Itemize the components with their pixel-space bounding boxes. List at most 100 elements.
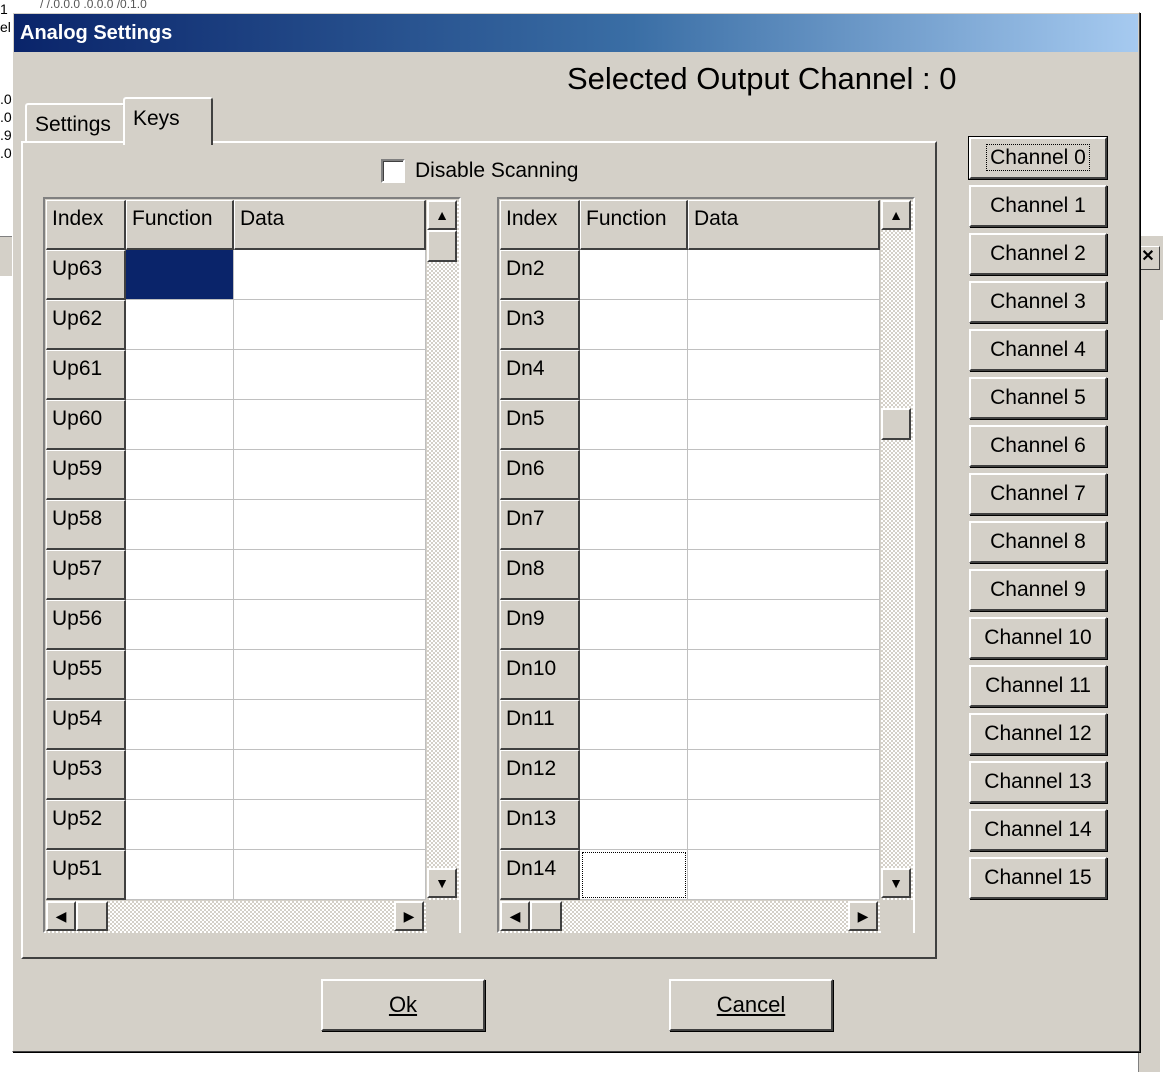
scroll-down-arrow-icon[interactable]: ▼: [881, 868, 911, 898]
data-cell[interactable]: [234, 250, 426, 300]
data-cell[interactable]: [688, 300, 880, 350]
ok-button[interactable]: Ok: [321, 979, 485, 1031]
scroll-up-arrow-icon[interactable]: ▲: [427, 200, 457, 230]
channel-button-9[interactable]: Channel 9: [969, 569, 1107, 611]
function-cell[interactable]: [126, 800, 234, 850]
scroll-left-arrow-icon[interactable]: ◀: [500, 901, 530, 931]
tab-keys[interactable]: Keys: [123, 97, 213, 145]
scroll-thumb[interactable]: [76, 901, 108, 931]
data-cell[interactable]: [234, 600, 426, 650]
down-keys-vertical-scrollbar[interactable]: ▲ ▼: [881, 200, 913, 900]
scroll-right-arrow-icon[interactable]: ▶: [394, 901, 424, 931]
row-index-cell[interactable]: Up62: [46, 300, 126, 350]
data-cell[interactable]: [234, 550, 426, 600]
channel-button-13[interactable]: Channel 13: [969, 761, 1107, 803]
function-cell[interactable]: [126, 500, 234, 550]
data-cell[interactable]: [688, 650, 880, 700]
channel-button-0[interactable]: Channel 0: [969, 137, 1107, 179]
title-bar[interactable]: Analog Settings: [14, 14, 1138, 52]
function-cell[interactable]: [126, 750, 234, 800]
column-header-index[interactable]: Index: [46, 200, 126, 250]
function-cell[interactable]: [580, 800, 688, 850]
row-index-cell[interactable]: Dn5: [500, 400, 580, 450]
row-index-cell[interactable]: Dn8: [500, 550, 580, 600]
function-cell[interactable]: [126, 700, 234, 750]
channel-button-14[interactable]: Channel 14: [969, 809, 1107, 851]
row-index-cell[interactable]: Up59: [46, 450, 126, 500]
function-cell[interactable]: [580, 600, 688, 650]
scroll-thumb[interactable]: [530, 901, 562, 931]
scroll-right-arrow-icon[interactable]: ▶: [848, 901, 878, 931]
up-keys-vertical-scrollbar[interactable]: ▲ ▼: [427, 200, 459, 900]
disable-scanning-checkbox[interactable]: Disable Scanning: [381, 157, 578, 185]
channel-button-3[interactable]: Channel 3: [969, 281, 1107, 323]
function-cell[interactable]: [580, 250, 688, 300]
column-header-data[interactable]: Data: [234, 200, 426, 250]
function-cell[interactable]: [580, 700, 688, 750]
column-header-function[interactable]: Function: [580, 200, 688, 250]
row-index-cell[interactable]: Up57: [46, 550, 126, 600]
data-cell[interactable]: [688, 550, 880, 600]
row-index-cell[interactable]: Dn12: [500, 750, 580, 800]
data-cell[interactable]: [234, 450, 426, 500]
data-cell[interactable]: [234, 400, 426, 450]
row-index-cell[interactable]: Dn9: [500, 600, 580, 650]
channel-button-12[interactable]: Channel 12: [969, 713, 1107, 755]
scroll-left-arrow-icon[interactable]: ◀: [46, 901, 76, 931]
data-cell[interactable]: [234, 350, 426, 400]
channel-button-4[interactable]: Channel 4: [969, 329, 1107, 371]
row-index-cell[interactable]: Up53: [46, 750, 126, 800]
row-index-cell[interactable]: Up56: [46, 600, 126, 650]
scroll-thumb[interactable]: [881, 408, 911, 440]
channel-button-10[interactable]: Channel 10: [969, 617, 1107, 659]
row-index-cell[interactable]: Dn13: [500, 800, 580, 850]
row-index-cell[interactable]: Up63: [46, 250, 126, 300]
data-cell[interactable]: [688, 750, 880, 800]
data-cell[interactable]: [234, 650, 426, 700]
row-index-cell[interactable]: Dn6: [500, 450, 580, 500]
data-cell[interactable]: [688, 450, 880, 500]
row-index-cell[interactable]: Dn4: [500, 350, 580, 400]
up-keys-horizontal-scrollbar[interactable]: ◀ ▶: [46, 901, 426, 933]
function-cell[interactable]: [580, 750, 688, 800]
scroll-up-arrow-icon[interactable]: ▲: [881, 200, 911, 230]
function-cell[interactable]: [126, 400, 234, 450]
function-cell[interactable]: [126, 650, 234, 700]
data-cell[interactable]: [234, 850, 426, 900]
tab-settings[interactable]: Settings: [25, 103, 125, 141]
down-keys-horizontal-scrollbar[interactable]: ◀ ▶: [500, 901, 880, 933]
data-cell[interactable]: [234, 300, 426, 350]
data-cell[interactable]: [234, 700, 426, 750]
data-cell[interactable]: [234, 750, 426, 800]
data-cell[interactable]: [688, 850, 880, 900]
function-cell[interactable]: [126, 850, 234, 900]
function-cell[interactable]: [126, 450, 234, 500]
row-index-cell[interactable]: Up61: [46, 350, 126, 400]
channel-button-11[interactable]: Channel 11: [969, 665, 1107, 707]
row-index-cell[interactable]: Up58: [46, 500, 126, 550]
column-header-function[interactable]: Function: [126, 200, 234, 250]
column-header-index[interactable]: Index: [500, 200, 580, 250]
function-cell[interactable]: [126, 350, 234, 400]
data-cell[interactable]: [688, 700, 880, 750]
function-cell[interactable]: [580, 850, 688, 900]
row-index-cell[interactable]: Dn2: [500, 250, 580, 300]
disable-scanning-checkbox-box[interactable]: [381, 159, 405, 183]
function-cell[interactable]: [580, 450, 688, 500]
row-index-cell[interactable]: Dn11: [500, 700, 580, 750]
data-cell[interactable]: [688, 800, 880, 850]
column-header-data[interactable]: Data: [688, 200, 880, 250]
channel-button-6[interactable]: Channel 6: [969, 425, 1107, 467]
function-cell[interactable]: [126, 600, 234, 650]
data-cell[interactable]: [688, 350, 880, 400]
row-index-cell[interactable]: Up55: [46, 650, 126, 700]
row-index-cell[interactable]: Up51: [46, 850, 126, 900]
cancel-button[interactable]: Cancel: [669, 979, 833, 1031]
channel-button-15[interactable]: Channel 15: [969, 857, 1107, 899]
function-cell[interactable]: [126, 300, 234, 350]
function-cell[interactable]: [126, 250, 234, 300]
data-cell[interactable]: [234, 800, 426, 850]
channel-button-2[interactable]: Channel 2: [969, 233, 1107, 275]
function-cell[interactable]: [126, 550, 234, 600]
function-cell[interactable]: [580, 400, 688, 450]
